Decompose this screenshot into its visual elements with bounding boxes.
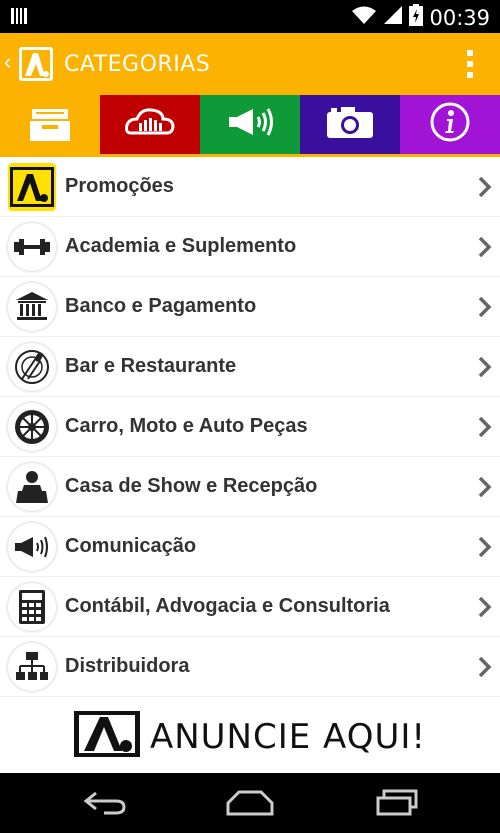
list-item-label: Carro, Moto e Auto Peças — [65, 415, 308, 437]
list-item[interactable]: Casa de Show e Recepção — [0, 457, 500, 517]
clock: 00:39 — [429, 5, 490, 30]
recents-nav-icon[interactable] — [374, 789, 420, 822]
brand-logo-icon — [73, 711, 140, 762]
tab-anuncios[interactable] — [200, 95, 300, 157]
crowd-icon — [125, 107, 175, 142]
list-item-label: Comunicação — [65, 535, 197, 557]
plate-cutlery-icon — [8, 343, 56, 391]
list-item-label: Contábil, Advogacia e Consultoria — [65, 595, 390, 617]
chevron-right-icon — [478, 295, 492, 319]
home-nav-icon[interactable] — [225, 789, 275, 822]
signal-icon — [383, 5, 403, 30]
performer-icon — [8, 463, 56, 511]
chevron-right-icon — [478, 655, 492, 679]
app-logo-icon[interactable] — [19, 47, 53, 81]
list-item-label: Bar e Restaurante — [65, 355, 237, 377]
list-item[interactable]: Distribuidora — [0, 637, 500, 697]
chevron-right-icon — [478, 475, 492, 499]
list-item[interactable]: Promoções — [0, 157, 500, 217]
battery-icon — [409, 4, 424, 31]
action-bar: ‹ CATEGORIAS — [0, 33, 500, 95]
chevron-right-icon — [478, 595, 492, 619]
tab-eventos[interactable] — [100, 95, 200, 157]
list-item-label: Casa de Show e Recepção — [65, 475, 318, 497]
calculator-icon — [8, 583, 56, 631]
tab-fotos[interactable] — [300, 95, 400, 157]
list-item[interactable]: Contábil, Advogacia e Consultoria — [0, 577, 500, 637]
back-nav-icon[interactable] — [82, 789, 128, 822]
back-icon[interactable]: ‹ — [4, 49, 11, 75]
list-item-label: Banco e Pagamento — [65, 295, 257, 317]
list-item[interactable]: Bar e Restaurante — [0, 337, 500, 397]
tab-bar — [0, 95, 500, 157]
chevron-right-icon — [478, 355, 492, 379]
list-item-label: Academia e Suplemento — [65, 235, 297, 257]
navigation-bar — [0, 773, 500, 833]
list-item[interactable]: Comunicação — [0, 517, 500, 577]
megaphone-icon — [225, 105, 275, 144]
list-item-label: Distribuidora — [65, 655, 190, 677]
tab-categorias[interactable] — [0, 95, 100, 157]
chevron-right-icon — [478, 235, 492, 259]
notification-icon — [10, 7, 28, 30]
wifi-icon — [351, 5, 377, 30]
list-item[interactable]: Banco e Pagamento — [0, 277, 500, 337]
chevron-right-icon — [478, 535, 492, 559]
chevron-right-icon — [478, 415, 492, 439]
banner-text: ANUNCIE AQUI! — [149, 716, 427, 757]
page-title: CATEGORIAS — [64, 52, 211, 77]
list-item[interactable]: Academia e Suplemento — [0, 217, 500, 277]
list-item[interactable]: Carro, Moto e Auto Peças — [0, 397, 500, 457]
info-icon — [430, 102, 470, 147]
ad-banner[interactable]: ANUNCIE AQUI! — [0, 700, 500, 773]
list-item-label: Promoções — [65, 175, 174, 197]
camera-icon — [325, 104, 375, 145]
tab-info[interactable] — [400, 95, 500, 157]
brand-logo-icon — [8, 163, 56, 211]
category-list: Promoções Academia e Suplemento Banco e … — [0, 157, 500, 697]
overflow-menu-icon[interactable] — [466, 49, 474, 79]
megaphone-icon — [8, 523, 56, 571]
chevron-right-icon — [478, 175, 492, 199]
dumbbell-icon — [8, 223, 56, 271]
wheel-icon — [8, 403, 56, 451]
bank-icon — [8, 283, 56, 331]
archive-box-icon — [28, 105, 72, 148]
org-chart-icon — [8, 643, 56, 691]
status-bar: 00:39 — [0, 0, 500, 33]
